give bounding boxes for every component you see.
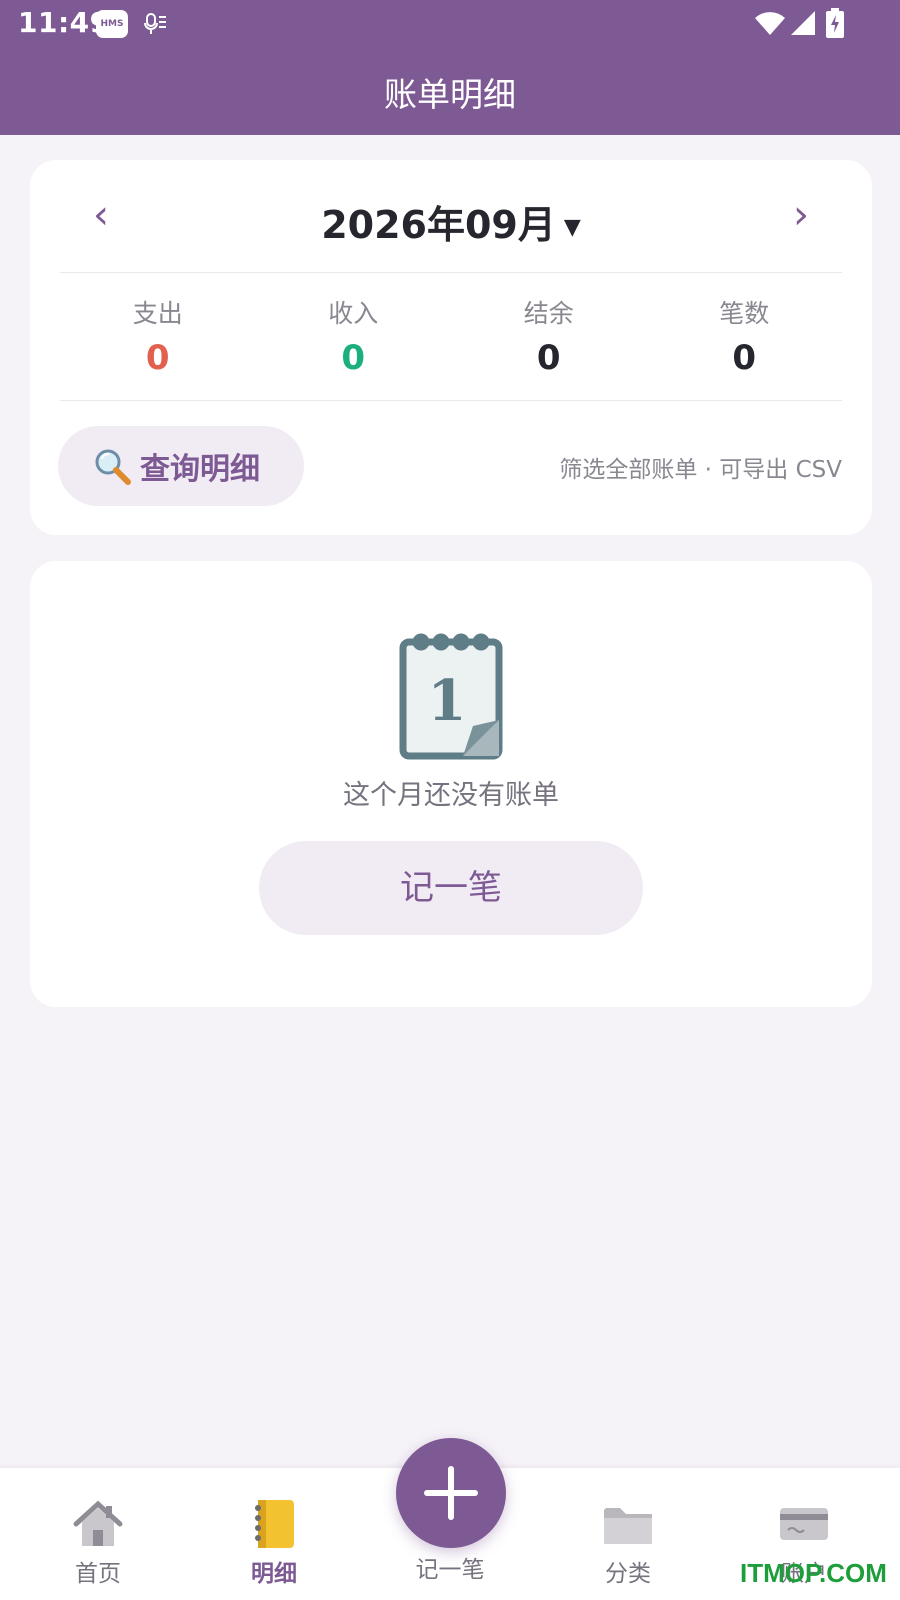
- nav-label: 首页: [75, 1561, 121, 1587]
- signal-icon: [791, 11, 815, 35]
- watermark: ITMOP.COM: [740, 1558, 887, 1588]
- page-title: 账单明细: [384, 75, 516, 114]
- next-month-button[interactable]: ›: [776, 190, 826, 240]
- stat-value: 0: [536, 338, 561, 378]
- notebook-icon: [255, 1500, 294, 1548]
- nav-label: 分类: [605, 1561, 651, 1587]
- calendar-day: 1: [428, 668, 467, 734]
- empty-state-card: 1 这个月还没有账单 记一笔: [30, 561, 872, 1007]
- caret-down-icon: ▼: [563, 215, 581, 240]
- app-header: 11:49 HMS 账单明细: [0, 0, 900, 135]
- stat-label: 支出: [132, 299, 183, 328]
- plus-icon: [424, 1466, 478, 1520]
- folder-icon: [604, 1508, 652, 1544]
- stat-label: 收入: [328, 299, 379, 328]
- stat-label: 笔数: [719, 299, 770, 328]
- stat-value: 0: [145, 338, 170, 378]
- nav-label: 明细: [251, 1561, 297, 1587]
- previous-month-button[interactable]: ‹: [76, 190, 126, 240]
- status-bar: 11:49 HMS: [0, 0, 900, 48]
- stat-value: 0: [732, 338, 757, 378]
- month-summary-card: ‹ 2026年09月 ▼ › 支出 0 收入 0 结余 0 笔数 0 查询明细 …: [30, 160, 872, 535]
- nav-item-home[interactable]: 首页: [8, 1468, 188, 1600]
- query-button-label: 查询明细: [140, 452, 260, 487]
- microphone-icon: [144, 13, 166, 34]
- add-record-button[interactable]: 记一笔: [259, 841, 643, 935]
- house-icon: [73, 1500, 123, 1546]
- month-navigator: ‹ 2026年09月 ▼ ›: [30, 160, 872, 272]
- stat-label: 结余: [523, 299, 574, 328]
- nav-item-category[interactable]: 分类: [538, 1468, 718, 1600]
- stat-income: 收入 0: [256, 270, 452, 398]
- stat-value: 0: [341, 338, 366, 378]
- add-record-fab[interactable]: [396, 1438, 506, 1548]
- wifi-icon: [755, 12, 785, 36]
- stat-balance: 结余 0: [451, 270, 647, 398]
- stat-expense: 支出 0: [60, 270, 256, 398]
- calendar-icon: 1: [399, 633, 503, 760]
- nav-item-detail[interactable]: 明细: [184, 1468, 364, 1600]
- divider: [60, 400, 842, 401]
- stat-count: 笔数 0: [647, 270, 843, 398]
- query-detail-button[interactable]: 查询明细: [58, 426, 304, 506]
- battery-charging-icon: [826, 8, 844, 38]
- filter-hint: 筛选全部账单 · 可导出 CSV: [559, 457, 842, 483]
- nav-label: 记一笔: [415, 1557, 485, 1583]
- magnifier-icon: [95, 449, 131, 485]
- credit-card-icon: [780, 1508, 828, 1540]
- hms-icon: HMS: [96, 10, 128, 38]
- month-label: 2026年09月: [321, 203, 556, 247]
- stats-row: 支出 0 收入 0 结余 0 笔数 0: [60, 270, 842, 398]
- empty-message: 这个月还没有账单: [343, 780, 559, 811]
- month-picker[interactable]: 2026年09月 ▼: [250, 194, 652, 249]
